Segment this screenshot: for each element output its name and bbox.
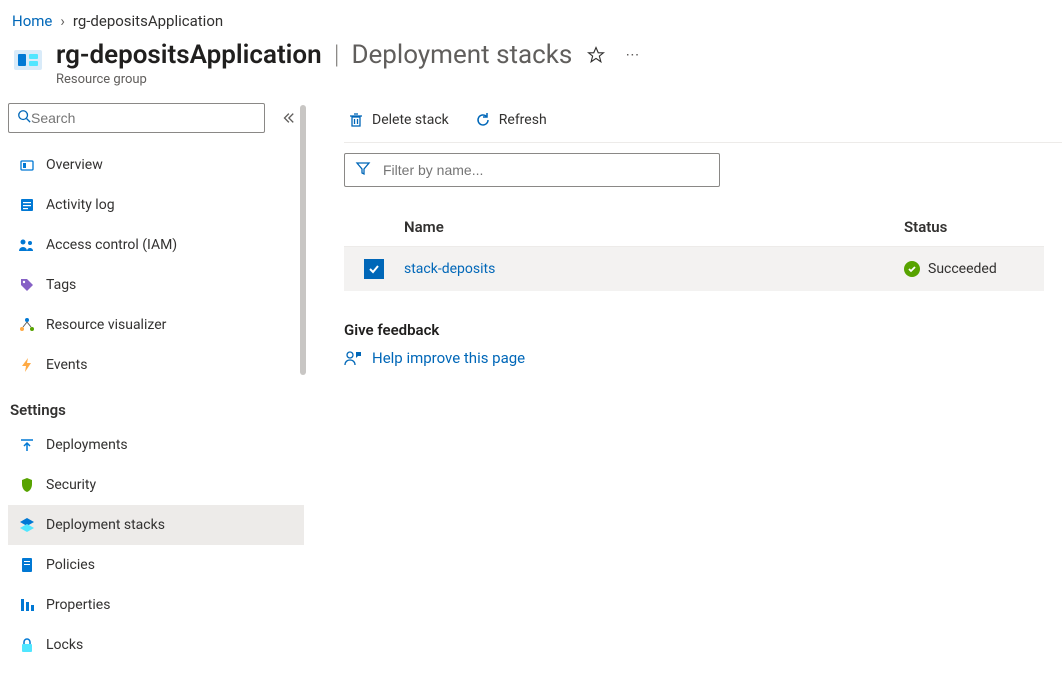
sidebar-item-access-control[interactable]: Access control (IAM) [8,225,304,265]
stack-name-link[interactable]: stack-deposits [404,261,495,277]
lock-icon [18,636,36,654]
refresh-button[interactable]: Refresh [471,104,551,136]
policy-icon [18,556,36,574]
trash-icon [348,112,364,128]
stacks-table: Name Status stack-deposits [344,207,1044,291]
page-header: rg-depositsApplication | Deployment stac… [0,36,1062,103]
sidebar-item-events[interactable]: Events [8,345,304,385]
filter-input[interactable] [383,162,709,178]
sidebar-item-label: Access control (IAM) [46,237,177,253]
breadcrumb-home[interactable]: Home [12,12,52,30]
sidebar-item-activity-log[interactable]: Activity log [8,185,304,225]
sidebar-search[interactable] [8,103,265,133]
feedback-link-text: Help improve this page [372,349,525,367]
feedback-link[interactable]: Help improve this page [344,349,1062,367]
filter-icon [355,160,371,180]
sidebar-item-security[interactable]: Security [8,465,304,505]
people-icon [18,236,36,254]
sidebar-item-label: Properties [46,597,110,613]
status-cell: Succeeded [904,261,1044,277]
sidebar-item-label: Policies [46,557,95,573]
sidebar-item-label: Locks [46,637,83,653]
sidebar-item-label: Deployments [46,437,128,453]
sidebar-item-resource-visualizer[interactable]: Resource visualizer [8,305,304,345]
more-button[interactable]: ⋯ [620,43,644,67]
page-section: Deployment stacks [351,40,572,70]
sidebar-search-input[interactable] [31,110,256,126]
breadcrumb-current[interactable]: rg-depositsApplication [73,12,223,30]
col-header-name[interactable]: Name [404,218,904,236]
sidebar-item-locks[interactable]: Locks [8,625,304,665]
sidebar-item-policies[interactable]: Policies [8,545,304,585]
tag-icon [18,276,36,294]
shield-icon [18,476,36,494]
stack-icon [18,516,36,534]
delete-stack-button[interactable]: Delete stack [344,104,453,136]
table-header: Name Status [344,207,1044,247]
sidebar-item-label: Security [46,477,96,493]
status-text: Succeeded [928,261,997,277]
visualizer-icon [18,316,36,334]
sidebar-item-label: Activity log [46,197,115,213]
scrollbar-thumb[interactable] [300,105,306,375]
sidebar-item-tags[interactable]: Tags [8,265,304,305]
sidebar-item-label: Resource visualizer [46,317,166,333]
person-feedback-icon [344,349,362,367]
sidebar: Overview Activity log Access control (IA… [0,103,304,665]
sidebar-item-deployments[interactable]: Deployments [8,425,304,465]
row-checkbox[interactable] [364,259,384,279]
search-icon [17,109,31,127]
sidebar-item-label: Tags [46,277,76,293]
breadcrumb: Home › rg-depositsApplication [0,0,1062,36]
sidebar-item-label: Overview [46,157,103,173]
success-icon [904,261,920,277]
upload-icon [18,436,36,454]
sidebar-item-label: Events [46,357,87,373]
sidebar-item-label: Deployment stacks [46,517,165,533]
chevron-right-icon: › [60,12,65,30]
col-header-status[interactable]: Status [904,218,1044,236]
sidebar-section-settings: Settings [8,385,304,425]
main-content: Delete stack Refresh Name Status [304,103,1062,665]
log-icon [18,196,36,214]
button-label: Refresh [499,112,547,128]
refresh-icon [475,112,491,128]
table-row[interactable]: stack-deposits Succeeded [344,247,1044,291]
toolbar: Delete stack Refresh [344,103,1062,143]
filter-box[interactable] [344,153,720,187]
title-divider: | [334,40,340,70]
button-label: Delete stack [372,112,449,128]
properties-icon [18,596,36,614]
scrollbar-track [300,103,306,663]
favorite-button[interactable] [584,43,608,67]
lightning-icon [18,356,36,374]
feedback-section: Give feedback Help improve this page [344,321,1062,367]
sidebar-item-deployment-stacks[interactable]: Deployment stacks [8,505,304,545]
cube-icon [18,156,36,174]
resource-group-icon [12,40,44,80]
page-title: rg-depositsApplication [56,40,322,70]
page-subtitle: Resource group [56,72,644,87]
collapse-sidebar-button[interactable] [277,106,300,130]
feedback-title: Give feedback [344,321,1062,339]
sidebar-item-overview[interactable]: Overview [8,145,304,185]
sidebar-item-properties[interactable]: Properties [8,585,304,625]
